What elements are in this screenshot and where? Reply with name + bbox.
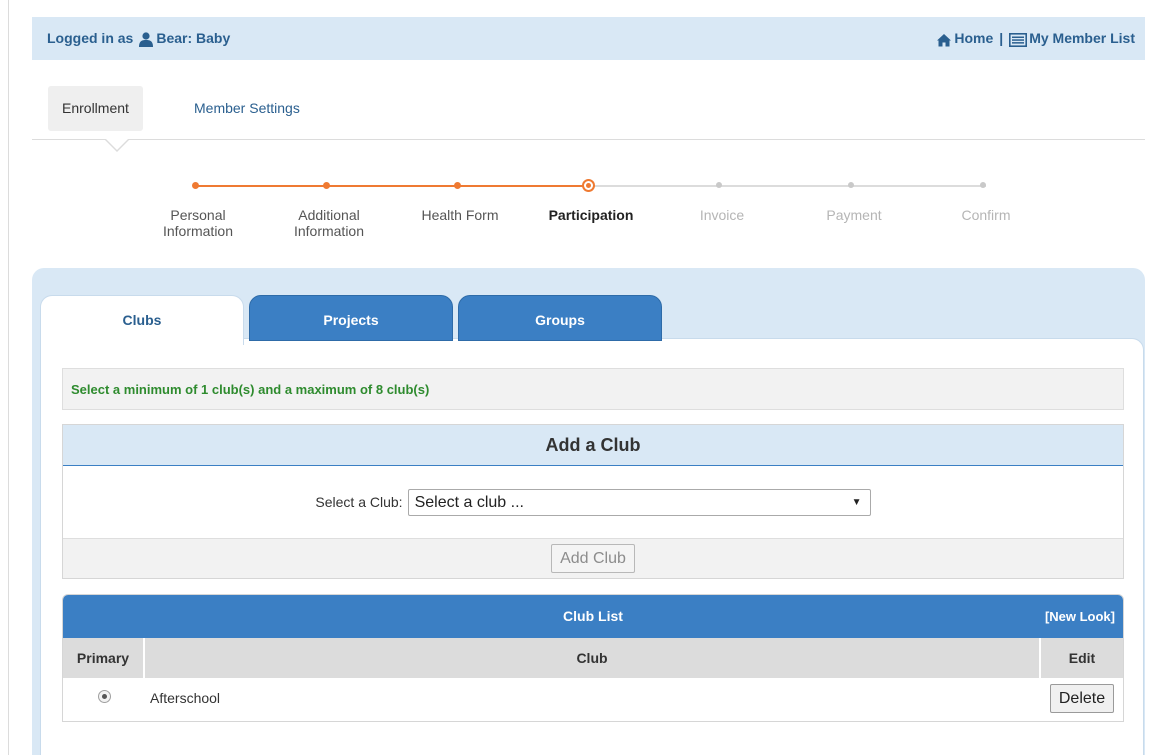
add-club-button[interactable]: Add Club — [551, 544, 635, 573]
progress-stepper: Personal Information Additional Informatio… — [130, 175, 1050, 255]
progress-line-todo — [591, 185, 986, 187]
dropdown-arrow-icon: ▼ — [851, 496, 862, 508]
club-list-columns: Primary Club Edit — [63, 638, 1123, 678]
column-edit: Edit — [1068, 650, 1096, 666]
step-label: Invoice — [699, 207, 745, 223]
club-name: Afterschool — [150, 690, 221, 706]
tab-groups[interactable]: Groups — [458, 295, 662, 341]
primary-radio[interactable] — [97, 690, 111, 703]
progress-line-done — [198, 185, 591, 187]
new-look-link[interactable]: [New Look] — [1045, 595, 1115, 638]
step-dot — [848, 182, 854, 188]
user-icon — [138, 30, 154, 47]
step-dot — [716, 182, 722, 188]
club-list-header: Club List [New Look] — [63, 595, 1123, 638]
step-dot-current — [582, 179, 595, 192]
nav-tab-enrollment[interactable]: Enrollment — [48, 86, 143, 131]
step-label: Additional Information — [293, 207, 365, 239]
home-label: Home — [954, 30, 994, 47]
step-label: Payment — [826, 207, 882, 223]
step-dot — [980, 182, 986, 188]
club-list: Club List [New Look] Primary Club Edit A… — [62, 594, 1124, 722]
top-bar: Logged in as Bear: Baby Home | My Member… — [32, 17, 1145, 60]
delete-button[interactable]: Delete — [1049, 683, 1115, 713]
select-club-row: Select a Club: Select a club ... ▼ — [63, 466, 1123, 538]
user-name: Bear: Baby — [156, 30, 231, 47]
active-tab-pointer — [104, 138, 130, 152]
tab-content: Select a minimum of 1 club(s) and a maxi… — [40, 338, 1144, 755]
table-row: Afterschool Delete — [63, 678, 1123, 718]
step-dot — [323, 182, 330, 189]
member-list-label: My Member List — [1029, 30, 1135, 47]
club-select[interactable]: Select a club ... ▼ — [407, 488, 871, 516]
select-club-label: Select a Club: — [315, 494, 403, 510]
page-left-border — [8, 0, 9, 755]
add-club-footer: Add Club — [63, 538, 1123, 578]
home-link[interactable]: Home — [936, 30, 993, 46]
tab-clubs[interactable]: Clubs — [40, 295, 244, 345]
login-status: Logged in as Bear: Baby — [47, 30, 230, 47]
club-select-value: Select a club ... — [414, 493, 524, 511]
column-primary: Primary — [63, 638, 145, 678]
add-club-box: Add a Club Select a Club: Select a club … — [62, 424, 1124, 579]
club-limit-notice: Select a minimum of 1 club(s) and a maxi… — [62, 368, 1124, 410]
club-list-title: Club List — [563, 608, 623, 624]
step-label: Confirm — [961, 207, 1011, 223]
logged-in-prefix: Logged in as — [47, 30, 134, 47]
member-list-link[interactable]: My Member List — [1009, 30, 1135, 47]
nav-tab-member-settings[interactable]: Member Settings — [180, 86, 314, 131]
header-separator: | — [999, 30, 1004, 47]
step-dot — [454, 182, 461, 189]
header-links: Home | My Member List — [936, 30, 1135, 47]
home-icon — [936, 30, 952, 47]
step-label: Participation — [548, 207, 634, 223]
column-club: Club — [145, 638, 1041, 678]
enrollment-nav: Enrollment Member Settings — [32, 80, 1145, 152]
list-icon — [1009, 30, 1028, 47]
add-club-title: Add a Club — [63, 425, 1123, 466]
step-label: Personal Information — [162, 207, 234, 239]
step-dot — [192, 182, 199, 189]
step-label: Health Form — [421, 207, 499, 223]
tab-projects[interactable]: Projects — [249, 295, 453, 341]
